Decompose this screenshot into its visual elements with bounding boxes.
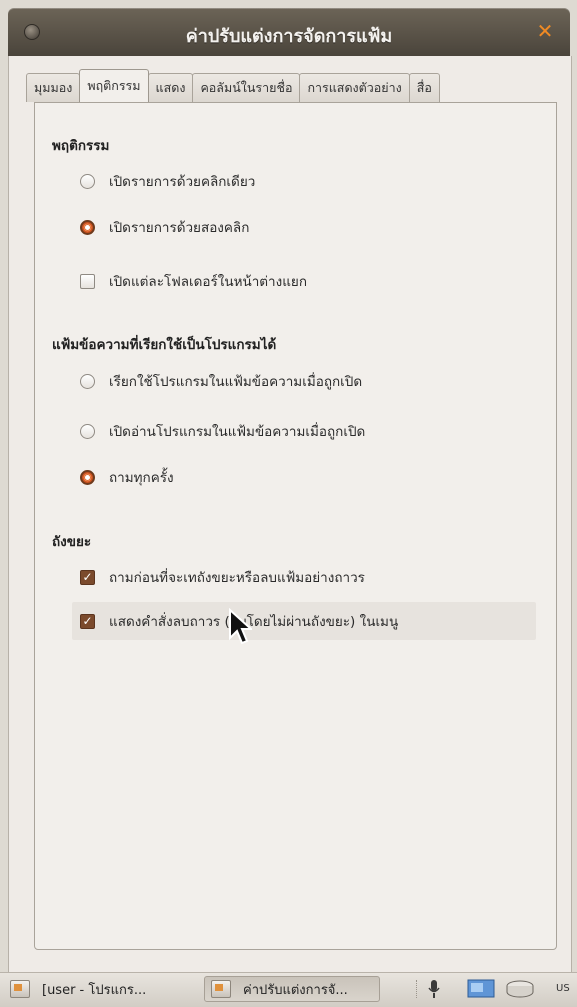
task-window-icon xyxy=(211,980,231,998)
window-titlebar[interactable]: ค่าปรับแต่งการจัดการแฟ้ม ✕ xyxy=(8,8,570,56)
taskbar-task-preferences[interactable]: ค่าปรับแต่งการจั... xyxy=(204,976,380,1002)
separate-window-checkbox[interactable] xyxy=(80,273,95,289)
double-click-radio[interactable] xyxy=(80,219,95,235)
drive-icon[interactable] xyxy=(504,978,536,1000)
tab-list-columns[interactable]: คอลัมน์ในรายชื่อ xyxy=(192,73,301,102)
tab-bar: มุมมอง พฤติกรรม แสดง คอลัมน์ในรายชื่อ กา… xyxy=(26,69,440,102)
view-executable-label: เปิดอ่านโปรแกรมในแฟ้มข้อความเมื่อถูกเปิด xyxy=(109,424,366,440)
tab-media[interactable]: สื่อ xyxy=(408,73,440,102)
confirm-trash-checkbox-row[interactable]: ✓ ถามก่อนที่จะเทถังขยะหรือลบแฟ้มอย่างถาว… xyxy=(80,564,365,590)
tab-display[interactable]: แสดง xyxy=(147,73,194,102)
show-delete-checkbox[interactable]: ✓ xyxy=(80,613,95,629)
tab-behavior[interactable]: พฤติกรรม xyxy=(79,69,149,102)
mouse-cursor-icon xyxy=(229,608,252,645)
task-terminal-label: [user - โปรแกร... xyxy=(42,982,147,998)
view-executable-radio[interactable] xyxy=(80,423,95,439)
view-executable-radio-row[interactable]: เปิดอ่านโปรแกรมในแฟ้มข้อความเมื่อถูกเปิด xyxy=(80,418,365,444)
double-click-label: เปิดรายการด้วยสองคลิก xyxy=(109,220,250,236)
window-title: ค่าปรับแต่งการจัดการแฟ้ม xyxy=(185,26,393,47)
display-icon[interactable] xyxy=(466,978,500,1000)
separate-window-checkbox-row[interactable]: เปิดแต่ละโฟลเดอร์ในหน้าต่างแยก xyxy=(80,268,307,294)
single-click-radio-row[interactable]: เปิดรายการด้วยคลิกเดียว xyxy=(80,168,255,194)
double-click-radio-row[interactable]: เปิดรายการด้วยสองคลิก xyxy=(80,214,249,240)
separate-window-label: เปิดแต่ละโฟลเดอร์ในหน้าต่างแยก xyxy=(109,274,308,290)
executable-section-title: แฟ้มข้อความที่เรียกใช้เป็นโปรแกรมได้ xyxy=(52,337,277,353)
ask-each-time-radio[interactable] xyxy=(80,469,95,485)
single-click-radio[interactable] xyxy=(80,173,95,189)
ask-each-time-radio-row[interactable]: ถามทุกครั้ง xyxy=(80,464,174,490)
task-preferences-label: ค่าปรับแต่งการจั... xyxy=(243,982,348,998)
ask-each-time-label: ถามทุกครั้ง xyxy=(109,470,174,486)
close-icon[interactable]: ✕ xyxy=(534,20,556,42)
taskbar-task-terminal[interactable]: [user - โปรแกร... xyxy=(4,976,194,1002)
run-executable-label: เรียกใช้โปรแกรมในแฟ้มข้อความเมื่อถูกเปิด xyxy=(109,374,363,390)
show-delete-label: แสดงคำสั่งลบถาวร (ลบโดยไม่ผ่านถังขยะ) ใน… xyxy=(109,614,399,630)
behavior-section-title: พฤติกรรม xyxy=(52,138,110,154)
trash-section-title: ถังขยะ xyxy=(52,534,92,550)
single-click-label: เปิดรายการด้วยคลิกเดียว xyxy=(109,174,256,190)
confirm-trash-checkbox[interactable]: ✓ xyxy=(80,569,95,585)
run-executable-radio-row[interactable]: เรียกใช้โปรแกรมในแฟ้มข้อความเมื่อถูกเปิด xyxy=(80,368,362,394)
run-executable-radio[interactable] xyxy=(80,373,95,389)
keyboard-layout-indicator[interactable]: US xyxy=(556,983,570,994)
tab-view[interactable]: มุมมอง xyxy=(26,73,81,102)
tray-separator xyxy=(416,980,419,998)
task-window-icon xyxy=(10,980,30,998)
confirm-trash-label: ถามก่อนที่จะเทถังขยะหรือลบแฟ้มอย่างถาวร xyxy=(109,570,365,586)
microphone-icon[interactable] xyxy=(426,978,442,1000)
moon-icon[interactable] xyxy=(444,978,462,1000)
tab-preview[interactable]: การแสดงตัวอย่าง xyxy=(299,73,410,102)
